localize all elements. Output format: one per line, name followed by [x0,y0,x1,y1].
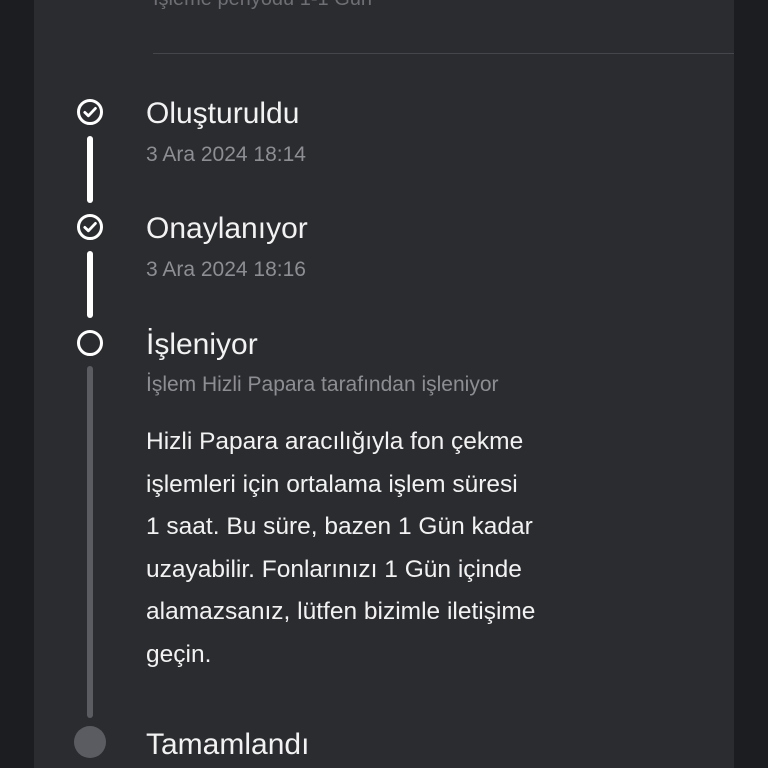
step-timestamp-approving: 3 Ara 2024 18:16 [146,258,306,281]
step-title-completed: Tamamlandı [146,728,310,761]
step-timestamp-created: 3 Ara 2024 18:14 [146,143,306,166]
description-line: geçin. [146,640,212,668]
step-subtitle-processing: İşlem Hizli Papara tarafından işleniyor [146,373,499,396]
step-description-processing: Hizli Papara aracılığıyla fon çekme işle… [146,421,646,676]
timeline-connector-1 [87,136,93,203]
divider [153,53,734,54]
description-line: Hizli Papara aracılığıyla fon çekme [146,428,524,455]
screen: İşleme periyodu 1-1 Gün Oluşturuldu 3 Ar… [0,0,768,768]
description-line: 1 saat. Bu süre, bazen 1 Gün kadar [146,513,533,540]
check-circle-icon [77,99,103,125]
filled-dot-icon [74,726,106,758]
timeline-connector-2 [87,251,93,318]
processing-period-text: İşleme periyodu 1-1 Gün [153,0,372,11]
description-line: uzayabilir. Fonlarınızı 1 Gün içinde [146,555,522,583]
step-title-created: Oluşturuldu [146,97,300,130]
description-line: işlemleri için ortalama işlem süresi [146,470,518,498]
description-line: alamazsanız, lütfen bizimle iletişime [146,598,536,625]
step-title-approving: Onaylanıyor [146,212,308,245]
step-title-processing: İşleniyor [146,328,258,361]
ring-icon [77,330,103,356]
check-circle-icon [77,214,103,240]
timeline-connector-3 [87,366,93,718]
